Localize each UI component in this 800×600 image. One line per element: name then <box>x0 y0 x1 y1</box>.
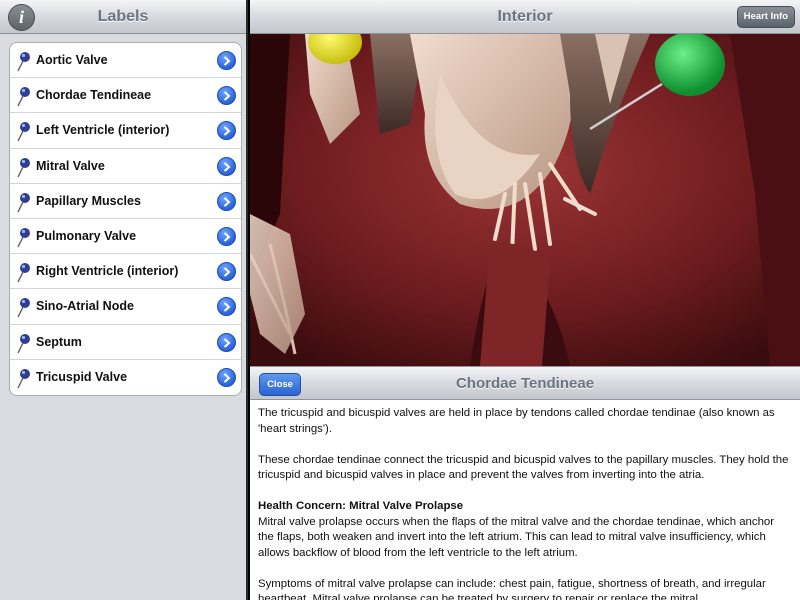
sidebar-header: i Labels <box>0 0 246 34</box>
pin-icon <box>17 227 30 248</box>
chevron-right-icon[interactable] <box>217 367 236 387</box>
main-pane: Interior Heart Info Close Chordae Tendin… <box>250 0 800 600</box>
list-item-label: Pulmonary Valve <box>36 228 137 243</box>
pin-icon <box>17 52 30 72</box>
chevron-right-icon[interactable] <box>217 262 236 282</box>
chevron-right-icon[interactable] <box>217 121 236 141</box>
chevron-right-icon[interactable] <box>217 156 236 176</box>
pin-icon <box>17 298 30 318</box>
list-item-label: Chordae Tendineae <box>36 88 152 103</box>
chevron-right-icon[interactable] <box>217 51 236 70</box>
paragraph-3: Mitral valve prolapse occurs when the fl… <box>258 515 775 559</box>
list-item[interactable]: Chordae Tendineae <box>10 78 241 114</box>
chevron-right-icon[interactable] <box>217 332 236 352</box>
pin-icon <box>17 157 30 177</box>
health-concern-heading: Health Concern: Mitral Valve Prolapse <box>258 500 464 512</box>
list-item-label: Right Ventricle (interior) <box>36 264 179 279</box>
chevron-right-icon[interactable] <box>217 226 236 246</box>
list-item-label: Septum <box>36 334 82 349</box>
heart-info-button[interactable]: Heart Info <box>736 6 795 28</box>
list-item-label: Left Ventricle (interior) <box>36 123 170 138</box>
chevron-right-icon[interactable] <box>217 297 236 317</box>
paragraph-4: Symptoms of mitral valve prolapse can in… <box>258 577 766 600</box>
detail-header: Close Chordae Tendineae <box>250 366 800 400</box>
paragraph-2: These chordae tendinae connect the tricu… <box>258 453 789 482</box>
chevron-right-icon[interactable] <box>217 86 236 106</box>
main-title: Interior <box>497 8 553 25</box>
pin-icon <box>17 192 30 213</box>
heart-3d-view[interactable] <box>250 34 800 366</box>
list-item-label: Sino-Atrial Node <box>36 299 134 314</box>
list-item[interactable]: Mitral Valve <box>10 149 241 184</box>
pin-icon <box>17 87 30 107</box>
chevron-right-icon[interactable] <box>217 191 236 211</box>
paragraph-1: The tricuspid and bicuspid valves are he… <box>258 407 775 435</box>
sidebar-title: Labels <box>97 8 149 25</box>
list-item-label: Mitral Valve <box>36 158 105 173</box>
list-item-label: Papillary Muscles <box>36 193 141 208</box>
labels-list: Aortic Valve Chordae Tendineae Left Vent… <box>9 42 242 396</box>
list-item[interactable]: Pulmonary Valve <box>10 219 241 255</box>
list-item[interactable]: Septum <box>10 325 241 360</box>
pin-icon <box>17 122 30 142</box>
main-header: Interior Heart Info <box>250 0 800 34</box>
detail-title: Chordae Tendineae <box>455 375 595 392</box>
list-item-label: Aortic Valve <box>36 53 108 67</box>
list-item[interactable]: Papillary Muscles <box>10 184 241 219</box>
list-item[interactable]: Sino-Atrial Node <box>10 289 241 325</box>
pin-icon <box>17 263 30 283</box>
labels-sidebar: i Labels Aortic Valve Chordae Tendineae … <box>0 0 248 600</box>
pin-icon <box>17 368 30 389</box>
list-item[interactable]: Left Ventricle (interior) <box>10 113 241 149</box>
heart-interior-render <box>250 34 800 366</box>
pin-icon <box>17 333 30 353</box>
list-item[interactable]: Aortic Valve <box>10 43 241 79</box>
detail-content[interactable]: The tricuspid and bicuspid valves are he… <box>250 401 800 600</box>
list-item-label: Tricuspid Valve <box>36 369 128 384</box>
list-item[interactable]: Tricuspid Valve <box>10 360 241 395</box>
list-item[interactable]: Right Ventricle (interior) <box>10 254 241 290</box>
